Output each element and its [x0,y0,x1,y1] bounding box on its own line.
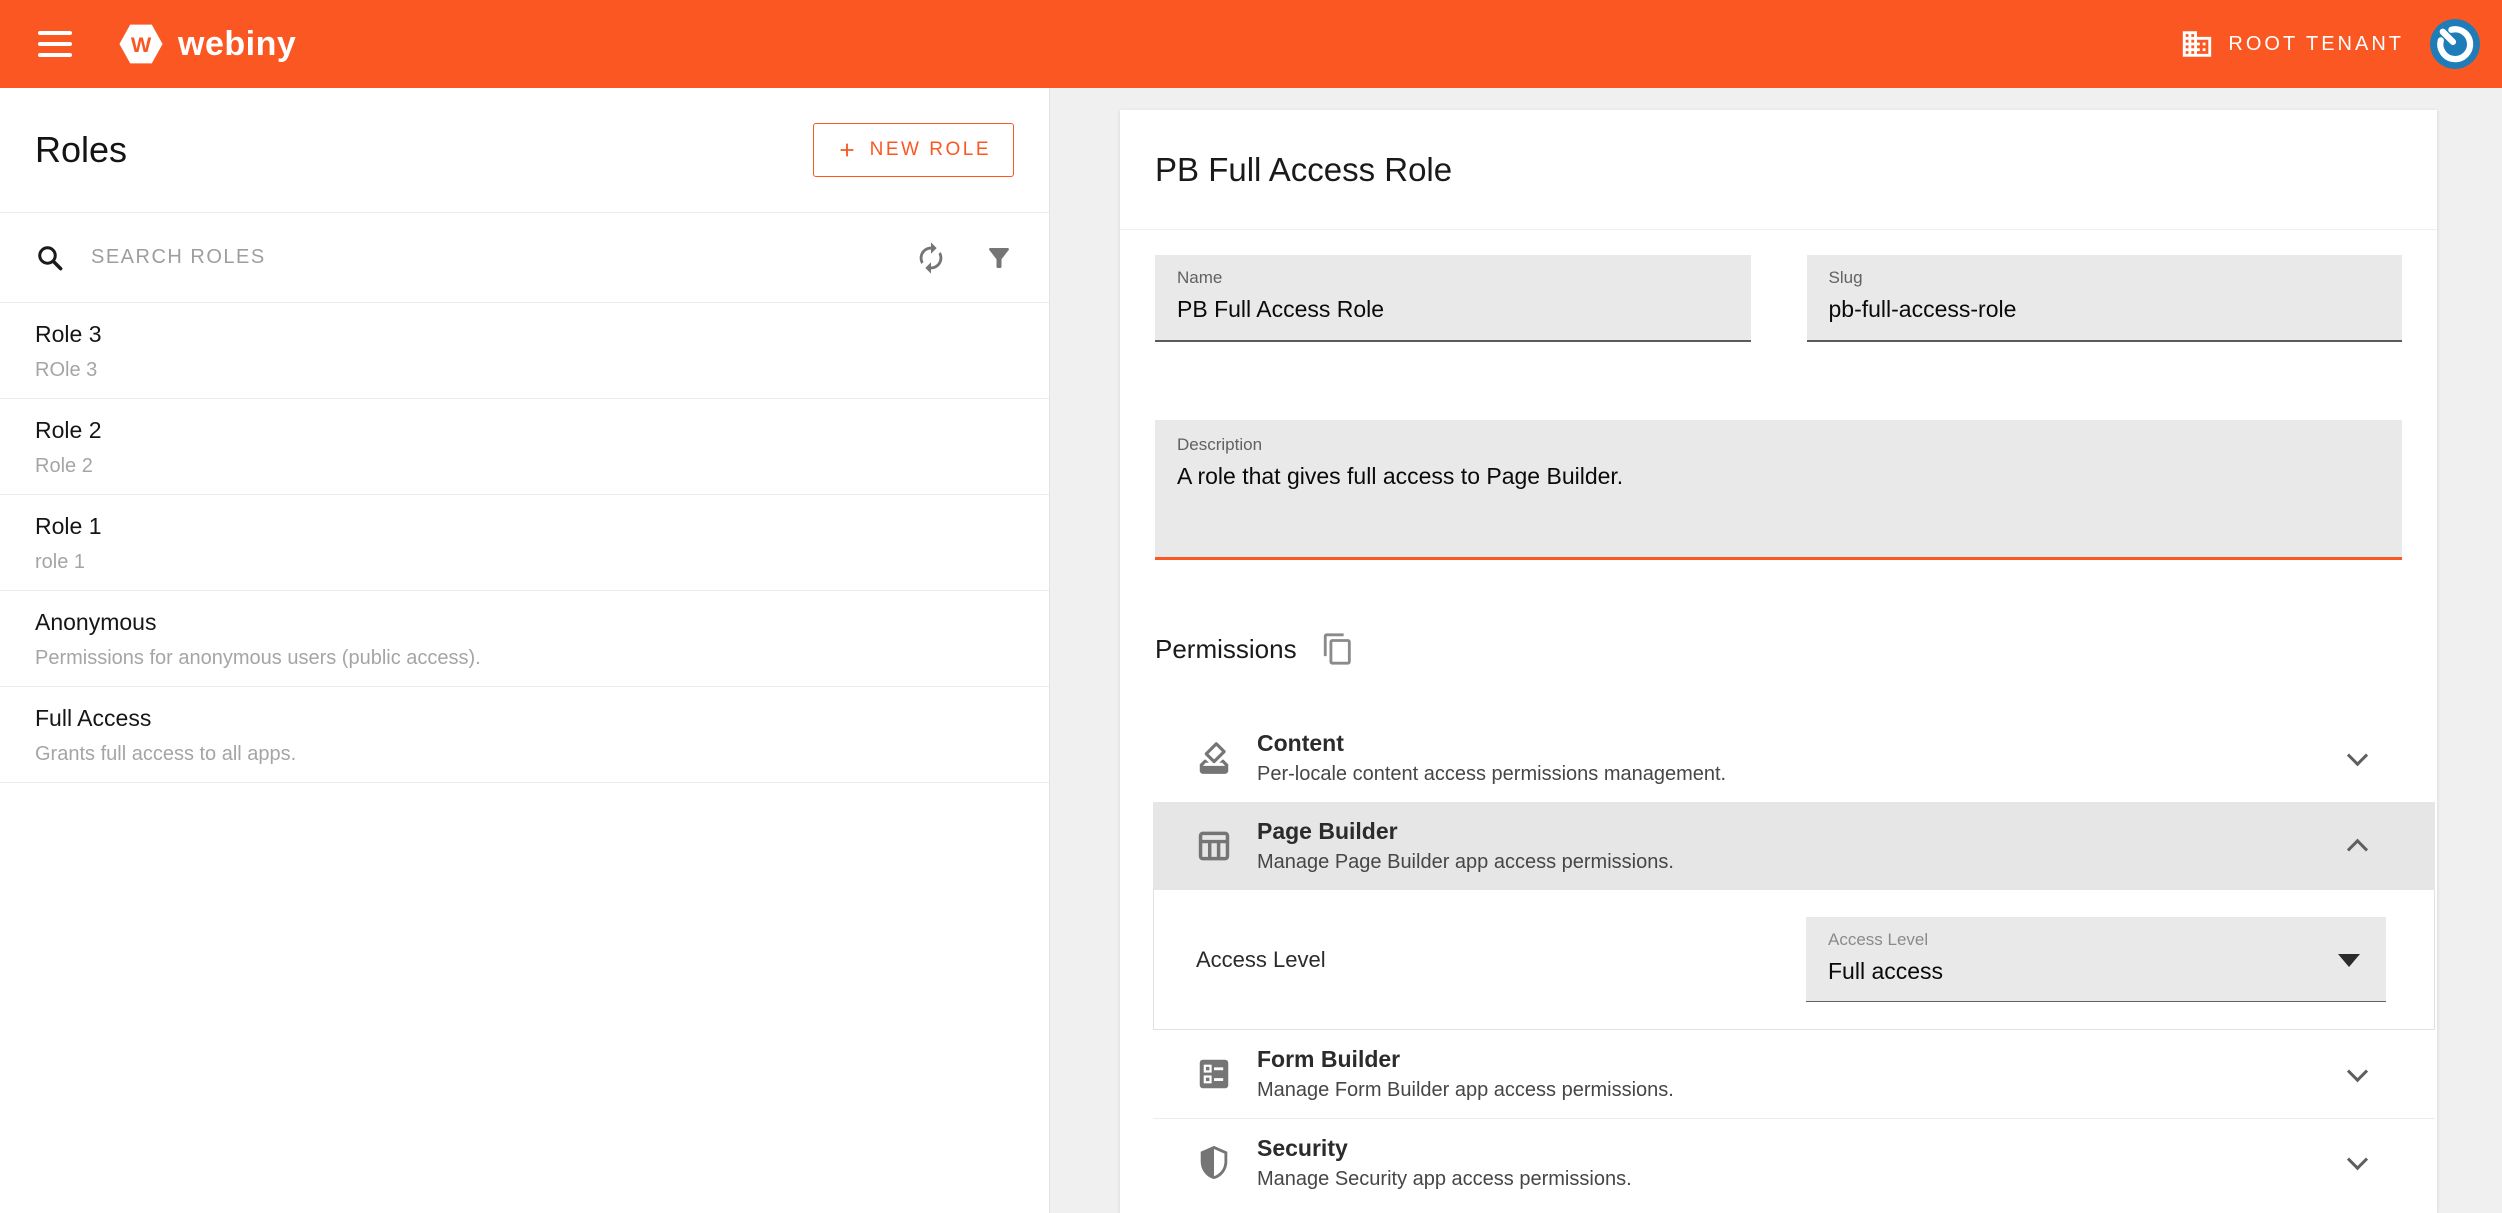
role-description: Permissions for anonymous users (public … [35,647,1014,670]
description-field-label: Description [1177,435,2380,455]
accordion-row-security[interactable]: Security Manage Security app access perm… [1153,1118,2435,1206]
refresh-button[interactable] [914,241,948,275]
accordion-row-form-builder[interactable]: Form Builder Manage Form Builder app acc… [1153,1030,2435,1118]
role-list: Role 3 ROle 3 Role 2 Role 2 Role 1 role … [0,303,1049,783]
role-description: role 1 [35,551,1014,574]
gravatar-icon [2430,19,2480,69]
role-list-item-full-access[interactable]: Full Access Grants full access to all ap… [0,687,1049,783]
layout-grid-icon [1195,827,1233,865]
accordion-title: Security [1257,1135,1632,1162]
access-level-row-label: Access Level [1196,947,1326,973]
form-list-icon [1195,1055,1233,1093]
webiny-security-roles-screen: W webiny ROOT TENANT [0,0,2502,1213]
webiny-logo[interactable]: W webiny [118,23,296,65]
page-builder-permissions-panel: Access Level Access Level Full access [1153,890,2435,1030]
ballot-box-icon [1195,739,1233,777]
webiny-hexagon-icon: W [118,23,164,65]
chevron-down-icon[interactable] [2347,1061,2368,1082]
new-role-button[interactable]: NEW ROLE [813,123,1014,177]
slug-field-value: pb-full-access-role [1829,296,2381,323]
accordion-description: Manage Page Builder app access permissio… [1257,851,1674,874]
role-description: Grants full access to all apps. [35,743,1014,766]
tenant-selector[interactable]: ROOT TENANT [2180,27,2404,61]
permissions-heading: Permissions [1155,634,1297,665]
chevron-down-icon[interactable] [2347,1149,2368,1170]
name-field[interactable]: Name PB Full Access Role [1155,255,1751,342]
role-list-item-role3[interactable]: Role 3 ROle 3 [0,303,1049,399]
accordion-description: Manage Security app access permissions. [1257,1168,1632,1191]
role-detail-card: PB Full Access Role Name PB Full Access … [1120,110,2437,1213]
slug-field[interactable]: Slug pb-full-access-role [1807,255,2403,342]
accordion-description: Manage Form Builder app access permissio… [1257,1079,1674,1102]
filter-button[interactable] [984,243,1014,273]
avatar[interactable] [2430,19,2480,69]
role-list-item-anonymous[interactable]: Anonymous Permissions for anonymous user… [0,591,1049,687]
copy-permissions-button[interactable] [1321,632,1355,666]
dropdown-arrow-icon [2338,954,2360,967]
role-list-item-role1[interactable]: Role 1 role 1 [0,495,1049,591]
filter-icon [984,243,1014,273]
name-field-value: PB Full Access Role [1177,296,1729,323]
role-description: Role 2 [35,455,1014,478]
role-name: Anonymous [35,609,1014,636]
search-bar [0,213,1049,303]
role-description: ROle 3 [35,359,1014,382]
description-field[interactable]: Description A role that gives full acces… [1155,420,2402,560]
chevron-up-icon[interactable] [2347,838,2368,859]
role-name: Full Access [35,705,1014,732]
chevron-down-icon[interactable] [2347,745,2368,766]
top-app-bar: W webiny ROOT TENANT [0,0,2502,88]
copy-icon [1321,632,1355,666]
access-level-select-value: Full access [1828,958,2364,985]
tenant-label: ROOT TENANT [2228,33,2404,56]
hamburger-menu-icon[interactable] [38,31,72,57]
role-detail-title: PB Full Access Role [1155,151,1452,189]
roles-list-panel: Roles NEW ROLE [0,88,1050,1213]
shield-icon [1195,1144,1233,1182]
search-input[interactable] [91,246,888,269]
svg-text:W: W [131,32,152,57]
accordion-title: Page Builder [1257,818,1674,845]
accordion-title: Content [1257,730,1726,757]
slug-field-label: Slug [1829,268,2381,288]
page-title: Roles [35,129,127,171]
accordion-row-page-builder[interactable]: Page Builder Manage Page Builder app acc… [1153,802,2435,890]
role-name: Role 2 [35,417,1014,444]
building-icon [2180,27,2214,61]
name-field-label: Name [1177,268,1729,288]
brand-wordmark: webiny [178,25,296,64]
accordion-description: Per-locale content access permissions ma… [1257,763,1726,786]
plus-icon [836,139,858,161]
refresh-icon [914,241,948,275]
access-level-select-label: Access Level [1828,930,2364,950]
permissions-accordion: Content Per-locale content access permis… [1153,714,2435,1206]
role-name: Role 3 [35,321,1014,348]
accordion-title: Form Builder [1257,1046,1674,1073]
role-name: Role 1 [35,513,1014,540]
accordion-row-content[interactable]: Content Per-locale content access permis… [1153,714,2435,802]
access-level-select[interactable]: Access Level Full access [1806,917,2386,1002]
description-field-value: A role that gives full access to Page Bu… [1177,463,2380,490]
role-list-item-role2[interactable]: Role 2 Role 2 [0,399,1049,495]
search-icon [35,243,65,273]
